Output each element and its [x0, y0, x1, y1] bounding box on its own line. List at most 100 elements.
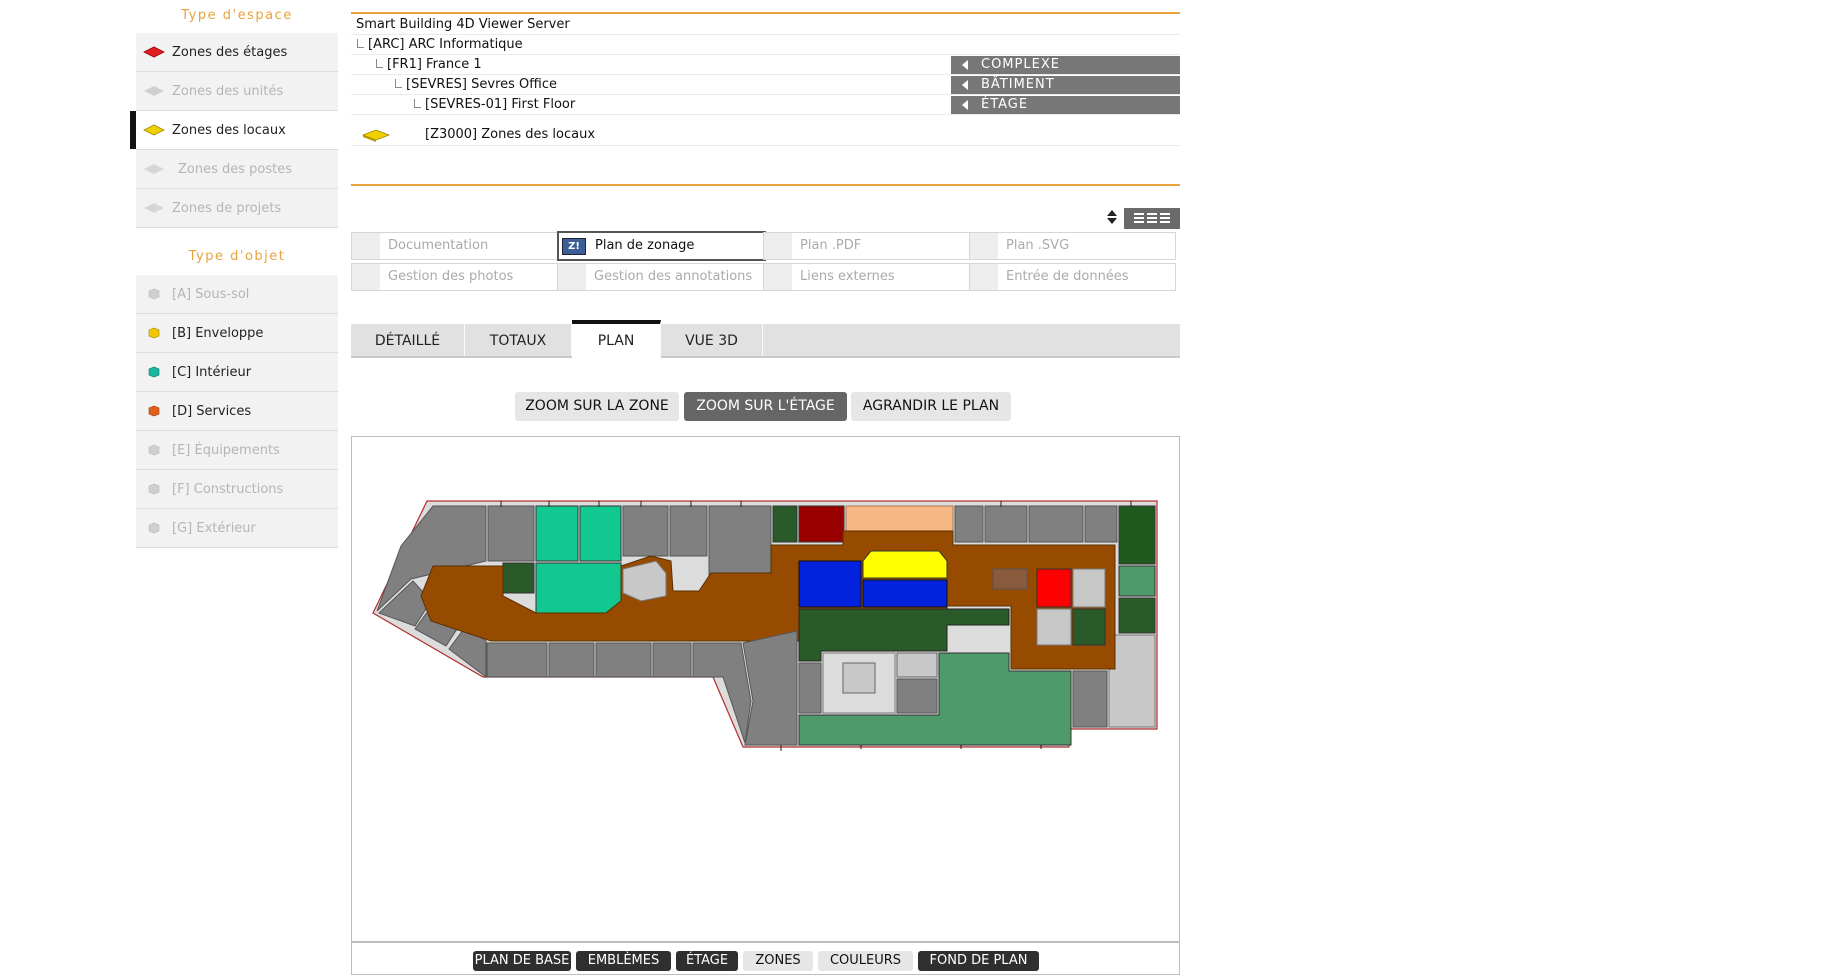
nav-complexe-button[interactable]: COMPLEXE — [951, 56, 1180, 74]
sidebar-item-project-zones[interactable]: Zones de projets — [136, 189, 338, 228]
room — [798, 505, 845, 543]
sidebar-item-label: [B] Enveloppe — [172, 325, 264, 341]
header-top-rule — [351, 12, 1180, 14]
room — [1072, 568, 1106, 608]
sidebar-item-label: [E] Équipements — [172, 442, 280, 458]
room — [845, 505, 954, 532]
sidebar-item-label: [G] Extérieur — [172, 520, 256, 536]
sidebar-item-interior[interactable]: [C] Intérieur — [136, 353, 338, 392]
sidebar-item-room-zones[interactable]: Zones des locaux — [130, 111, 338, 150]
sidebar-item-label: [C] Intérieur — [172, 364, 252, 380]
sidebar-item-label: Zones des étages — [172, 44, 288, 60]
room — [622, 505, 669, 557]
room — [992, 568, 1028, 590]
room — [1036, 568, 1072, 608]
nav-etage-label: ÉTAGE — [981, 97, 1029, 112]
room — [669, 505, 708, 557]
layer-background-button[interactable]: FOND DE PLAN — [918, 951, 1039, 971]
doc-label: Plan .SVG — [1006, 238, 1070, 253]
sidebar-item-desk-zones[interactable]: Zones des postes — [136, 150, 338, 189]
sort-icon[interactable] — [1106, 209, 1118, 225]
nav-etage-button[interactable]: ÉTAGE — [951, 96, 1180, 114]
tab-totaux[interactable]: TOTAUX — [465, 324, 572, 356]
layer-base-plan-button[interactable]: PLAN DE BASE — [473, 951, 571, 971]
room — [652, 642, 692, 678]
room — [1072, 608, 1106, 646]
tree-connector — [414, 99, 421, 108]
sidebar-item-unit-zones[interactable]: Zones des unités — [136, 72, 338, 111]
floor-plan-drawing[interactable] — [352, 437, 1179, 941]
space-type-list: Zones des étages Zones des unités Zones … — [130, 33, 338, 228]
object-type-list: [A] Sous-sol [B] Enveloppe [C] Intérieur… — [136, 275, 338, 548]
tree-zone-label: [Z3000] Zones des locaux — [425, 127, 596, 142]
room — [548, 642, 595, 678]
doc-plan-pdf-button[interactable]: Plan .PDF — [763, 232, 970, 260]
sidebar-item-label: Zones des unités — [172, 83, 284, 99]
floor-plan-viewer[interactable] — [351, 436, 1180, 942]
doc-plan-svg-button[interactable]: Plan .SVG — [969, 232, 1176, 260]
gray-layer-icon — [136, 162, 172, 176]
sidebar-item-label: Zones des locaux — [172, 122, 286, 138]
sidebar-item-exterior[interactable]: [G] Extérieur — [136, 509, 338, 548]
sidebar-item-label: [F] Constructions — [172, 481, 284, 497]
tree-row-server[interactable]: Smart Building 4D Viewer Server — [351, 15, 1180, 35]
doc-icon-slot — [352, 264, 380, 290]
doc-documentation-button[interactable]: Documentation — [351, 232, 558, 260]
enlarge-plan-button[interactable]: AGRANDIR LE PLAN — [851, 392, 1011, 421]
room — [984, 505, 1028, 543]
room — [954, 505, 984, 543]
tree-connector — [395, 79, 402, 88]
room — [535, 505, 579, 562]
doc-label: Plan de zonage — [595, 238, 695, 253]
tree-complex-label: [FR1] France 1 — [387, 57, 482, 72]
doc-external-links-button[interactable]: Liens externes — [763, 263, 970, 291]
orange-cube-icon — [136, 404, 172, 418]
gray-layer-icon — [136, 201, 172, 215]
tab-vue3d[interactable]: VUE 3D — [661, 324, 763, 356]
sidebar-item-label: Zones des postes — [178, 161, 293, 177]
tab-plan[interactable]: PLAN — [572, 320, 661, 360]
gray-cube-icon — [136, 482, 172, 496]
sidebar-item-floor-zones[interactable]: Zones des étages — [136, 33, 338, 72]
sidebar-item-basement[interactable]: [A] Sous-sol — [136, 275, 338, 314]
tree-floor-label: [SEVRES-01] First Floor — [425, 97, 576, 112]
zoom-zone-button[interactable]: ZOOM SUR LA ZONE — [515, 392, 679, 421]
sidebar-item-services[interactable]: [D] Services — [136, 392, 338, 431]
doc-icon-slot — [352, 233, 380, 259]
sidebar-item-envelope[interactable]: [B] Enveloppe — [136, 314, 338, 353]
nav-batiment-button[interactable]: BÂTIMENT — [951, 76, 1180, 94]
room — [579, 505, 622, 562]
doc-annotations-button[interactable]: Gestion des annotations — [557, 263, 764, 291]
room — [708, 505, 772, 585]
room — [1072, 670, 1108, 728]
sidebar-item-label: [D] Services — [172, 403, 252, 419]
tab-detaille[interactable]: DÉTAILLÉ — [351, 324, 465, 356]
triangle-left-icon — [962, 80, 968, 90]
doc-photos-button[interactable]: Gestion des photos — [351, 263, 558, 291]
room — [798, 662, 822, 714]
grid-view-icon[interactable] — [1124, 208, 1180, 229]
layer-zones-button[interactable]: ZONES — [743, 951, 813, 971]
doc-label: Liens externes — [800, 269, 895, 284]
sidebar-item-constructions[interactable]: [F] Constructions — [136, 470, 338, 509]
tree-row-org[interactable]: [ARC] ARC Informatique — [351, 35, 1180, 55]
room — [487, 505, 535, 562]
sidebar-item-label: Zones de projets — [172, 200, 282, 216]
tree-connector — [357, 39, 364, 48]
tree-server-label: Smart Building 4D Viewer Server — [356, 17, 570, 32]
zoom-floor-button[interactable]: ZOOM SUR L'ÉTAGE — [684, 392, 847, 421]
tree-row-zone[interactable]: [Z3000] Zones des locaux — [351, 125, 1180, 146]
layer-colors-button[interactable]: COULEURS — [818, 951, 913, 971]
doc-zoning-plan-button[interactable]: Z! Plan de zonage — [557, 231, 766, 261]
tree-org-label: [ARC] ARC Informatique — [368, 37, 523, 52]
layer-floor-button[interactable]: ÉTAGE — [676, 951, 738, 971]
header-bottom-rule — [351, 184, 1180, 186]
layer-emblems-button[interactable]: EMBLÈMES — [576, 951, 671, 971]
tree-building-label: [SEVRES] Sevres Office — [406, 77, 557, 92]
room — [862, 550, 948, 579]
doc-label: Entrée de données — [1006, 269, 1129, 284]
room — [1108, 634, 1156, 728]
doc-data-entry-button[interactable]: Entrée de données — [969, 263, 1176, 291]
triangle-left-icon — [962, 60, 968, 70]
sidebar-item-equipment[interactable]: [E] Équipements — [136, 431, 338, 470]
